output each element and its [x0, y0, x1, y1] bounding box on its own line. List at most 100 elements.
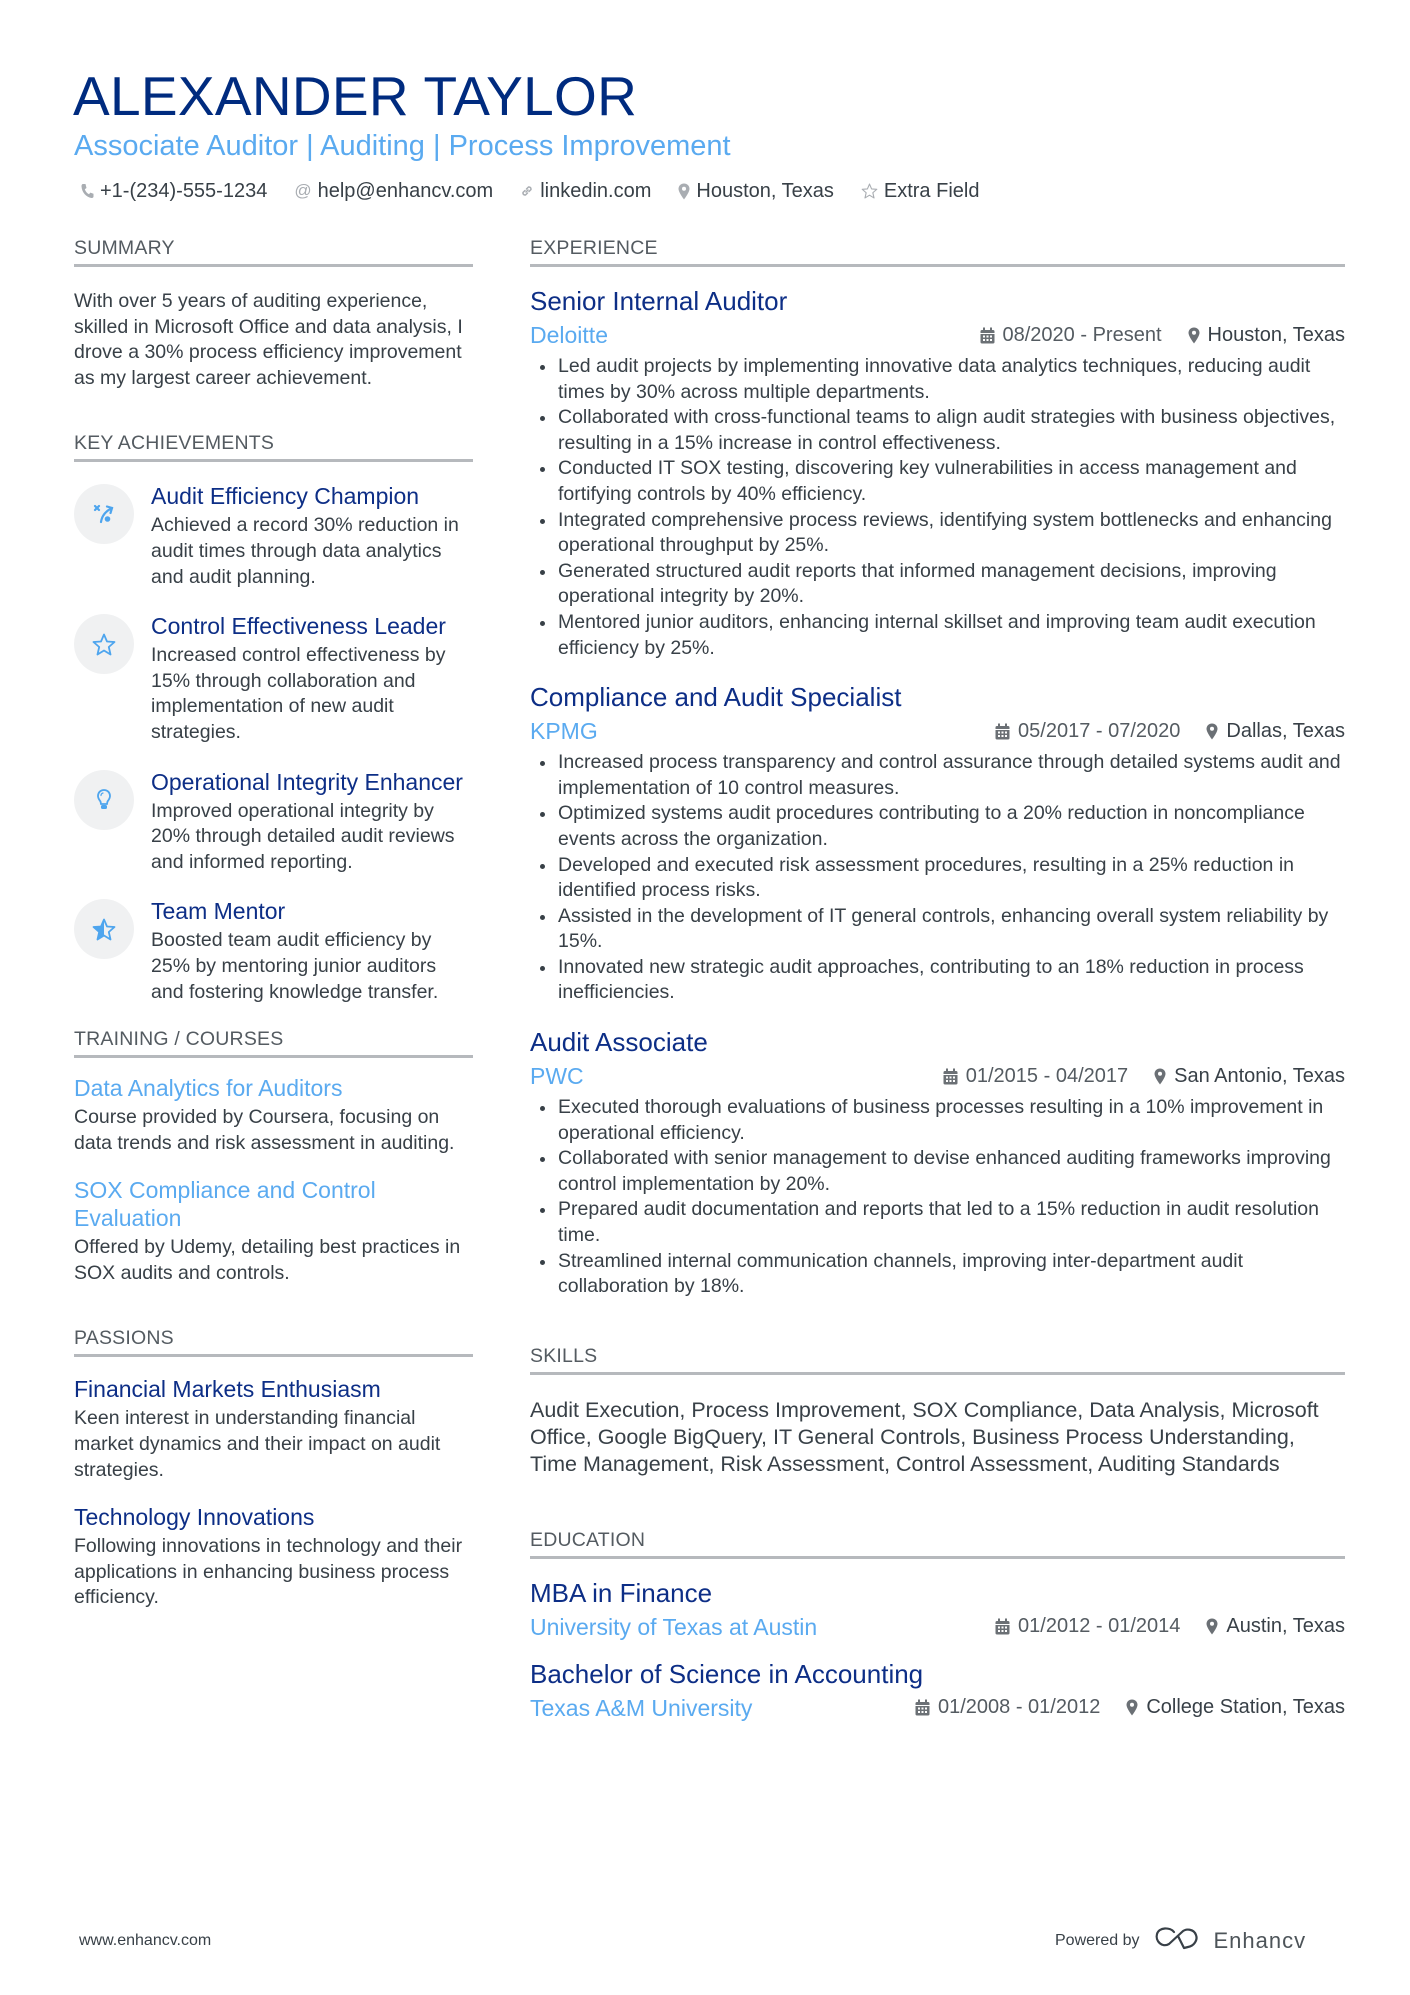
summary-text: With over 5 years of auditing experience…: [74, 290, 463, 389]
section-title-summary: SUMMARY: [74, 236, 473, 267]
company-name: PWC: [530, 1063, 584, 1090]
footer-branding[interactable]: Powered by Enhancv: [1055, 1926, 1306, 1955]
location-pin-icon: [1206, 1618, 1218, 1635]
achievement-item: Control Effectiveness Leader Increased c…: [74, 612, 473, 745]
section-title-achievements: KEY ACHIEVEMENTS: [74, 431, 473, 463]
achievement-title: Control Effectiveness Leader: [151, 613, 446, 640]
contact-phone[interactable]: +1-(234)-555-1234: [80, 178, 267, 204]
strategy-arrow-icon: [74, 484, 134, 545]
bullet-item: Mentored junior auditors, enhancing inte…: [530, 610, 1345, 661]
achievements-section: KEY ACHIEVEMENTS Audit Efficiency Champi…: [74, 431, 473, 1005]
education-location: College Station, Texas: [1126, 1696, 1345, 1719]
bullet-item: Collaborated with senior management to d…: [530, 1146, 1345, 1197]
job-location: Dallas, Texas: [1206, 720, 1345, 743]
degree-title: MBA in Finance: [530, 1577, 713, 1608]
calendar-icon: [995, 723, 1010, 740]
school-name: Texas A&M University: [530, 1694, 753, 1721]
education-location: Austin, Texas: [1206, 1615, 1345, 1638]
calendar-icon: [995, 1618, 1010, 1635]
bullet-item: Innovated new strategic audit approaches…: [530, 955, 1345, 1006]
lightbulb-icon: [74, 769, 134, 830]
star-outline-icon: [74, 614, 134, 675]
calendar-icon: [943, 1068, 958, 1085]
job-dates-text: 05/2017 - 07/2020: [1018, 719, 1181, 742]
section-title-passions: PASSIONS: [74, 1326, 473, 1358]
experience-section: EXPERIENCE Senior Internal Auditor Deloi…: [530, 236, 1345, 1300]
at-icon: @: [294, 181, 312, 200]
education-dates: 01/2008 - 01/2012: [915, 1696, 1100, 1719]
course-item: SOX Compliance and Control Evaluation Of…: [74, 1176, 473, 1286]
job-bullets: Led audit projects by implementing innov…: [530, 354, 1345, 661]
education-entry: Bachelor of Science in Accounting Texas …: [530, 1658, 1345, 1723]
contact-phone-text: +1-(234)-555-1234: [100, 180, 268, 202]
course-text: Offered by Udemy, detailing best practic…: [74, 1236, 461, 1284]
section-title-skills: SKILLS: [530, 1344, 1345, 1375]
calendar-icon: [915, 1699, 930, 1716]
passion-text: Following innovations in technology and …: [74, 1535, 463, 1609]
achievement-title: Operational Integrity Enhancer: [151, 768, 463, 795]
education-entry: MBA in Finance University of Texas at Au…: [530, 1577, 1345, 1642]
bullet-item: Collaborated with cross-functional teams…: [530, 405, 1345, 456]
job-dates: 05/2017 - 07/2020: [995, 720, 1180, 743]
job-location-text: San Antonio, Texas: [1174, 1064, 1345, 1087]
phone-icon: [80, 183, 94, 199]
contact-location: Houston, Texas: [678, 178, 834, 204]
passion-item: Financial Markets Enthusiasm Keen intere…: [74, 1375, 473, 1483]
achievement-item: Operational Integrity Enhancer Improved …: [74, 768, 473, 876]
contact-linkedin-text: linkedin.com: [540, 180, 652, 202]
contact-location-text: Houston, Texas: [696, 180, 834, 202]
candidate-name: ALEXANDER TAYLOR: [73, 65, 638, 127]
job-title: Audit Associate: [530, 1027, 708, 1058]
education-dates-text: 01/2012 - 01/2014: [1018, 1615, 1181, 1638]
achievement-item: Team Mentor Boosted team audit efficienc…: [74, 897, 473, 1005]
job-location-text: Dallas, Texas: [1226, 719, 1345, 742]
job-bullets: Executed thorough evaluations of busines…: [530, 1095, 1345, 1300]
passions-section: PASSIONS Financial Markets Enthusiasm Ke…: [74, 1326, 473, 1611]
job-entry: Compliance and Audit Specialist KPMG 05/…: [530, 681, 1345, 1006]
job-location-text: Houston, Texas: [1207, 323, 1346, 346]
education-section: EDUCATION MBA in Finance University of T…: [530, 1528, 1345, 1723]
right-column: EXPERIENCE Senior Internal Auditor Deloi…: [530, 236, 1345, 1723]
bullet-item: Increased process transparency and contr…: [530, 750, 1345, 801]
bullet-item: Conducted IT SOX testing, discovering ke…: [530, 456, 1345, 507]
achievement-text: Boosted team audit efficiency by 25% by …: [151, 929, 439, 1003]
bullet-item: Prepared audit documentation and reports…: [530, 1197, 1345, 1248]
achievement-item: Audit Efficiency Champion Achieved a rec…: [74, 482, 473, 590]
section-title-training: TRAINING / COURSES: [74, 1027, 473, 1059]
contact-linkedin[interactable]: linkedin.com: [520, 178, 651, 204]
education-location-text: Austin, Texas: [1226, 1615, 1345, 1638]
contact-email[interactable]: @ help@enhancv.com: [294, 178, 493, 204]
bullet-item: Developed and executed risk assessment p…: [530, 853, 1345, 904]
star-half-icon: [74, 899, 134, 960]
section-title-education: EDUCATION: [530, 1528, 1345, 1559]
bullet-item: Assisted in the development of IT genera…: [530, 904, 1345, 955]
bullet-item: Executed thorough evaluations of busines…: [530, 1095, 1345, 1146]
bullet-item: Optimized systems audit procedures contr…: [530, 801, 1345, 852]
job-entry: Audit Associate PWC 01/2015 - 04/2017 Sa…: [530, 1026, 1345, 1300]
achievement-title: Audit Efficiency Champion: [151, 483, 420, 510]
enhancv-brand-name: Enhancv: [1213, 1927, 1307, 1953]
job-bullets: Increased process transparency and contr…: [530, 750, 1345, 1006]
footer-website-link[interactable]: www.enhancv.com: [79, 1932, 211, 1950]
passion-title: Technology Innovations: [74, 1504, 315, 1531]
job-entry: Senior Internal Auditor Deloitte 08/2020…: [530, 285, 1345, 661]
contact-email-text: help@enhancv.com: [317, 180, 494, 202]
course-item: Data Analytics for Auditors Course provi…: [74, 1074, 473, 1156]
education-dates: 01/2012 - 01/2014: [995, 1615, 1180, 1638]
contact-extra-text: Extra Field: [883, 180, 980, 202]
company-name: KPMG: [530, 718, 598, 745]
bullet-item: Integrated comprehensive process reviews…: [530, 508, 1345, 559]
job-dates-text: 08/2020 - Present: [1002, 323, 1162, 346]
school-name: University of Texas at Austin: [530, 1613, 818, 1640]
job-title: Compliance and Audit Specialist: [530, 682, 902, 713]
bullet-item: Streamlined internal communication chann…: [530, 1249, 1345, 1300]
passion-title: Financial Markets Enthusiasm: [74, 1376, 381, 1403]
achievement-text: Improved operational integrity by 20% th…: [151, 799, 455, 873]
powered-by-label: Powered by: [1055, 1931, 1140, 1949]
course-title: SOX Compliance and Control Evaluation: [74, 1177, 376, 1232]
location-pin-icon: [1206, 723, 1218, 740]
contact-bar: +1-(234)-555-1234 @ help@enhancv.com lin…: [80, 178, 979, 204]
course-text: Course provided by Coursera, focusing on…: [74, 1106, 455, 1154]
job-dates: 08/2020 - Present: [980, 324, 1162, 347]
location-pin-icon: [678, 183, 690, 200]
